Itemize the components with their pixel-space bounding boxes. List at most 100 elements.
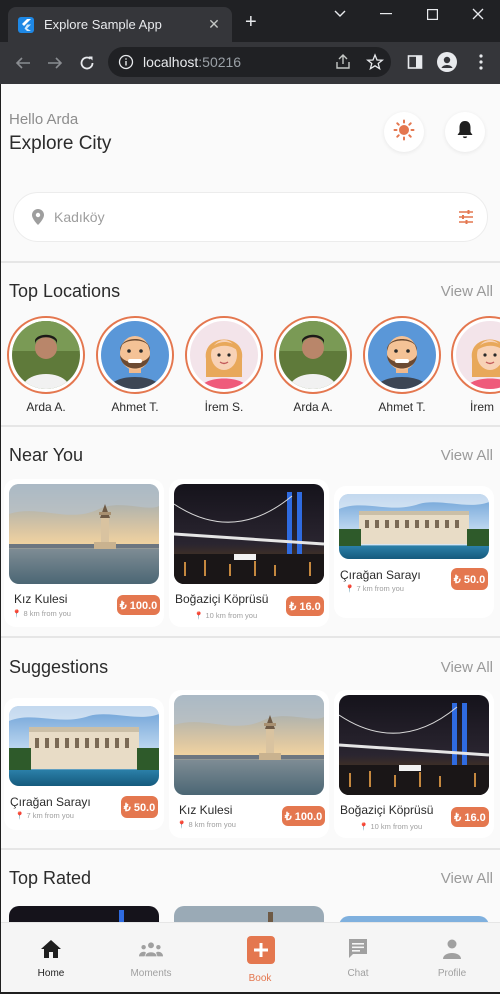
bookmark-star-icon[interactable]: [365, 53, 385, 76]
section-title-top-locations: Top Locations: [9, 281, 121, 301]
ciragan-palace-image: [9, 706, 159, 786]
section-title-near-you: Near You: [9, 445, 84, 465]
nav-home[interactable]: Home: [1, 923, 101, 992]
story-item[interactable]: Arda A.: [273, 316, 353, 414]
location-pin-icon: [32, 209, 44, 230]
back-icon[interactable]: [12, 52, 34, 74]
view-all-suggestions-link[interactable]: View All: [441, 659, 493, 676]
greeting-text: Hello Arda: [9, 111, 79, 128]
nav-label: Moments: [130, 968, 172, 979]
story-name: İrem S.: [204, 400, 244, 414]
new-tab-icon[interactable]: +: [245, 12, 257, 32]
notifications-button[interactable]: [445, 112, 485, 152]
nav-label: Home: [37, 968, 65, 979]
place-name: Çırağan Sarayı: [340, 568, 421, 582]
story-item[interactable]: İrem S.: [184, 316, 264, 414]
section-title-top-rated: Top Rated: [9, 868, 92, 888]
nav-label: Book: [248, 973, 272, 984]
page-title: Explore City: [9, 133, 112, 154]
browser-menu-icon[interactable]: [470, 51, 492, 73]
story-item[interactable]: Ahmet T.: [362, 316, 442, 414]
address-bar[interactable]: localhost:50216: [108, 47, 391, 77]
place-distance: 📍 7 km from you: [345, 584, 404, 593]
user-photo-avatar: [12, 321, 80, 389]
story-name: Ahmet T.: [111, 400, 159, 414]
profile-avatar-icon[interactable]: [436, 51, 458, 73]
filter-icon[interactable]: [458, 209, 474, 230]
search-input[interactable]: Kadıköy: [54, 209, 105, 225]
place-distance: 📍 8 km from you: [12, 609, 71, 618]
section-divider: [1, 848, 500, 850]
place-card[interactable]: Boğaziçi Köprüsü 📍 10 km from you ₺ 16.0: [169, 479, 329, 627]
app-viewport: Hello Arda Explore City Kadıköy Top Loca…: [1, 84, 500, 992]
theme-toggle-button[interactable]: [384, 112, 424, 152]
side-panel-icon[interactable]: [404, 51, 426, 73]
price-badge: ₺ 50.0: [121, 796, 158, 818]
forward-icon[interactable]: [44, 52, 66, 74]
nav-label: Chat: [347, 968, 369, 979]
add-box-icon: [247, 936, 275, 964]
section-divider: [1, 425, 500, 427]
story-item[interactable]: Arda A.: [6, 316, 86, 414]
cartoon-man-avatar: [101, 321, 169, 389]
sun-icon: [393, 119, 415, 146]
share-icon[interactable]: [334, 53, 352, 76]
story-name: Arda A.: [26, 400, 66, 414]
place-name: Boğaziçi Köprüsü: [340, 803, 434, 817]
site-info-icon[interactable]: [118, 54, 134, 75]
nav-profile[interactable]: Profile: [402, 923, 500, 992]
place-card[interactable]: Çırağan Sarayı 📍 7 km from you ₺ 50.0: [334, 486, 494, 618]
place-card[interactable]: Kız Kulesi 📍 8 km from you ₺ 100.0: [4, 479, 164, 627]
bosphorus-bridge-image: [339, 695, 489, 795]
tab-search-icon[interactable]: [320, 4, 360, 24]
price-badge: ₺ 100.0: [117, 595, 160, 615]
price-badge: ₺ 100.0: [282, 806, 325, 826]
ciragan-palace-image: [339, 494, 489, 559]
close-window-icon[interactable]: [458, 4, 498, 24]
view-all-top-rated-link[interactable]: View All: [441, 870, 493, 887]
place-card[interactable]: Çırağan Sarayı 📍 7 km from you ₺ 50.0: [4, 698, 164, 830]
place-distance: 📍 7 km from you: [15, 811, 74, 820]
minimize-icon[interactable]: [366, 4, 406, 24]
browser-tab[interactable]: Explore Sample App ✕: [8, 7, 232, 42]
tab-close-icon[interactable]: ✕: [206, 16, 222, 33]
search-bar[interactable]: Kadıköy: [13, 192, 488, 242]
bell-icon: [456, 120, 474, 145]
place-distance: 📍 10 km from you: [359, 822, 423, 831]
people-icon: [139, 937, 163, 961]
maiden-tower-image: [174, 695, 324, 795]
place-name: Kız Kulesi: [179, 803, 233, 817]
user-photo-avatar: [279, 321, 347, 389]
price-badge: ₺ 50.0: [451, 568, 488, 590]
nav-label: Profile: [437, 968, 467, 979]
place-name: Kız Kulesi: [14, 592, 68, 606]
nav-chat[interactable]: Chat: [308, 923, 408, 992]
maiden-tower-image: [9, 484, 159, 584]
view-all-near-you-link[interactable]: View All: [441, 447, 493, 464]
browser-titlebar: Explore Sample App ✕ +: [0, 0, 500, 42]
bosphorus-bridge-image: [174, 484, 324, 584]
place-distance: 📍 8 km from you: [177, 820, 236, 829]
flutter-icon: [18, 16, 34, 33]
story-item[interactable]: Ahmet T.: [95, 316, 175, 414]
story-item[interactable]: İrem: [451, 316, 500, 414]
section-divider: [1, 636, 500, 638]
cartoon-woman-avatar: [456, 321, 500, 389]
view-all-top-locations-link[interactable]: View All: [441, 283, 493, 300]
place-card[interactable]: Boğaziçi Köprüsü 📍 10 km from you ₺ 16.0: [334, 690, 494, 838]
place-name: Çırağan Sarayı: [10, 795, 91, 809]
place-card[interactable]: Kız Kulesi 📍 8 km from you ₺ 100.0: [169, 690, 329, 838]
nav-moments[interactable]: Moments: [101, 923, 201, 992]
person-icon: [440, 937, 464, 961]
chat-icon: [346, 937, 370, 961]
nav-book[interactable]: Book: [210, 923, 310, 992]
story-name: İrem: [470, 400, 494, 414]
url-text: localhost:50216: [143, 54, 242, 70]
section-divider: [1, 261, 500, 263]
bottom-navigation: Home Moments Book Chat Profile: [1, 922, 500, 992]
story-name: Ahmet T.: [378, 400, 426, 414]
story-name: Arda A.: [293, 400, 333, 414]
place-distance: 📍 10 km from you: [194, 611, 258, 620]
maximize-icon[interactable]: [412, 4, 452, 24]
reload-icon[interactable]: [76, 52, 98, 74]
